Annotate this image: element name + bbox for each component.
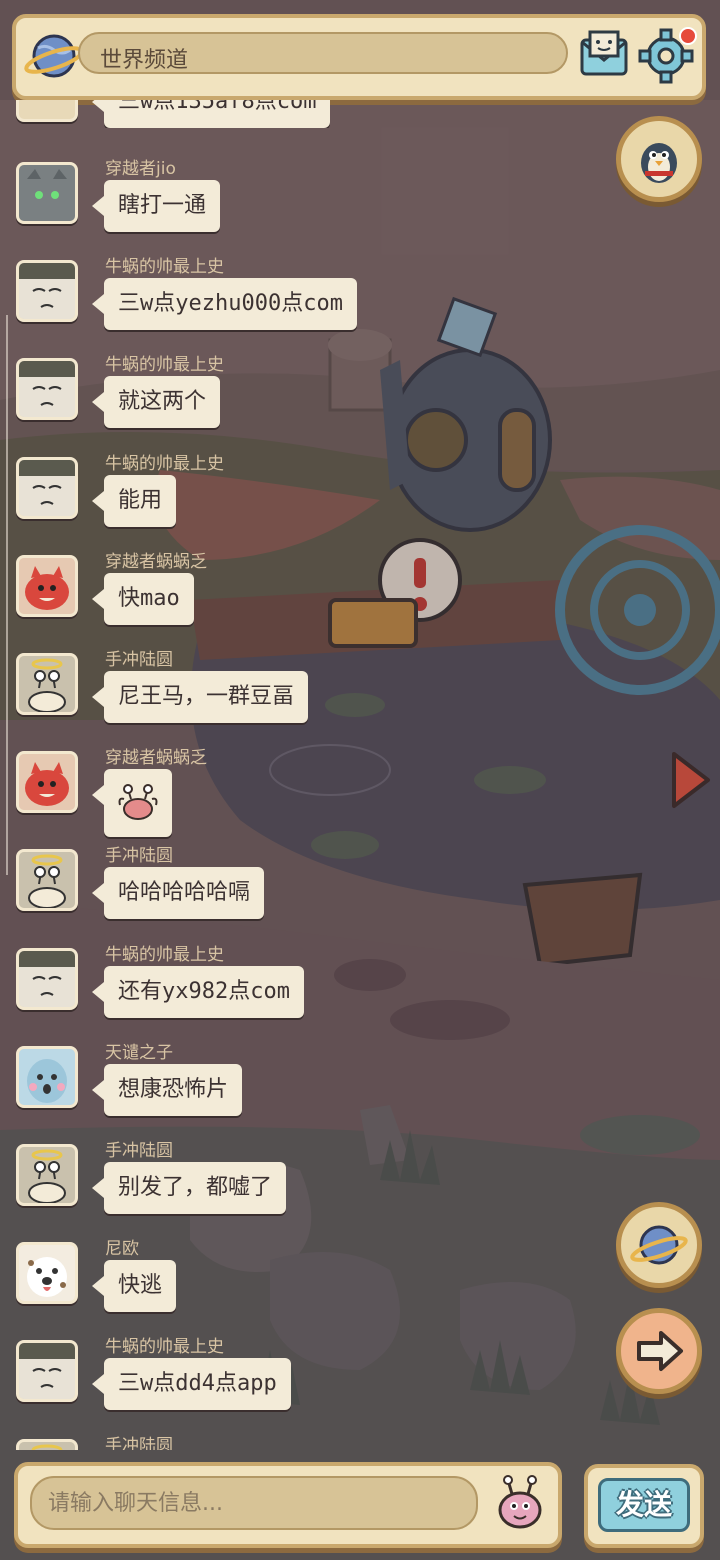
message-username[interactable]: 手冲陆圆 bbox=[105, 841, 173, 866]
snail-sticker-icon[interactable] bbox=[492, 1474, 548, 1532]
message-username[interactable]: 牛蜗的帅最上史 bbox=[105, 940, 224, 965]
chat-message-row: 穿越者蜗蜗乏 bbox=[0, 743, 420, 839]
message-bubble: 三w点dd4点app bbox=[92, 1358, 291, 1411]
send-label: 发送 bbox=[615, 1488, 672, 1521]
message-username[interactable]: 牛蜗的帅最上史 bbox=[105, 252, 224, 277]
crab-sticker bbox=[116, 784, 160, 831]
chat-message-row: 牛蜗的帅最上史 能用 bbox=[0, 449, 420, 545]
sticker-bubble bbox=[92, 769, 172, 838]
chat-message-row: 手冲陆圆 哈哈哈哈哈嗝 bbox=[0, 841, 420, 937]
message-username[interactable]: 穿越者jio bbox=[105, 154, 176, 179]
top-bar: 世界频道 bbox=[12, 14, 706, 100]
planet-icon[interactable] bbox=[24, 28, 86, 84]
halo-snail-avatar[interactable] bbox=[16, 849, 78, 912]
message-bubble: 快mao bbox=[92, 572, 194, 625]
dog-avatar[interactable] bbox=[16, 1242, 78, 1305]
chat-message-row: 牛蜗的帅最上史 就这两个 bbox=[0, 350, 420, 446]
triangle-right-icon[interactable] bbox=[668, 748, 714, 812]
message-bubble: 想康恐怖片 bbox=[91, 1063, 243, 1116]
message-username[interactable]: 手冲陆圆 bbox=[105, 1136, 173, 1161]
red-devil-avatar[interactable] bbox=[16, 554, 78, 617]
chat-message-row: 手冲陆圆 尼王马，一群豆畐 bbox=[0, 645, 420, 741]
message-bubble: 快逃 bbox=[91, 1260, 177, 1313]
gear-icon[interactable] bbox=[638, 24, 698, 84]
red-devil-avatar[interactable] bbox=[16, 751, 78, 814]
snail-helmet-avatar[interactable] bbox=[16, 947, 78, 1010]
chat-message-row: 穿越者jio 瞎打一通 bbox=[0, 154, 420, 250]
snail-helmet-avatar[interactable] bbox=[16, 456, 78, 519]
message-bubble: 能用 bbox=[91, 474, 177, 527]
snail-helmet-avatar[interactable] bbox=[16, 358, 78, 421]
send-button-face: 发送 bbox=[598, 1478, 690, 1532]
chat-message-row: 天谴之子 想康恐怖片 bbox=[0, 1038, 420, 1134]
message-username[interactable]: 穿越者蜗蜗乏 bbox=[105, 547, 207, 572]
message-username[interactable]: 牛蜗的帅最上史 bbox=[105, 1332, 224, 1357]
penguin-icon bbox=[627, 127, 691, 191]
gray-cat-avatar[interactable] bbox=[16, 162, 78, 224]
message-bubble: 瞎打一通 bbox=[91, 180, 221, 232]
send-button[interactable]: 发送 bbox=[584, 1464, 704, 1548]
chat-input[interactable] bbox=[30, 1476, 478, 1530]
message-bubble: 尼王马，一群豆畐 bbox=[91, 671, 309, 723]
message-username[interactable]: 手冲陆圆 bbox=[105, 645, 173, 670]
message-bubble: 哈哈哈哈哈嗝 bbox=[91, 867, 265, 920]
message-username[interactable]: 牛蜗的帅最上史 bbox=[105, 449, 224, 474]
chat-message-row: 手冲陆圆 bbox=[0, 1431, 420, 1450]
message-username[interactable]: 天谴之子 bbox=[105, 1038, 173, 1063]
message-username[interactable]: 尼欧 bbox=[105, 1234, 139, 1259]
chat-message-row: 手冲陆圆 别发了，都嘘了 bbox=[0, 1136, 420, 1232]
chat-message-row: 牛蜗的帅最上史 三w点dd4点app bbox=[0, 1332, 420, 1428]
message-bubble: 就这两个 bbox=[91, 376, 221, 429]
channel-title: 世界频道 bbox=[100, 48, 189, 73]
halo-snail-avatar[interactable] bbox=[16, 1144, 78, 1206]
notification-dot bbox=[679, 27, 697, 45]
halo-snail-avatar[interactable] bbox=[16, 653, 78, 715]
chat-message-row: 尼欧 快逃 bbox=[0, 1234, 420, 1330]
message-bubble: 还有yx982点com bbox=[92, 965, 304, 1018]
penguin-button[interactable] bbox=[616, 116, 702, 202]
chat-message-row: 牛蜗的帅最上史 三w点yezhu000点com bbox=[0, 252, 420, 348]
message-bubble: 别发了，都嘘了 bbox=[91, 1162, 287, 1214]
message-bubble: 三w点yezhu000点com bbox=[92, 278, 357, 331]
message-username[interactable]: 牛蜗的帅最上史 bbox=[105, 350, 224, 375]
halo-snail-avatar[interactable] bbox=[16, 1438, 78, 1450]
message-username[interactable]: 穿越者蜗蜗乏 bbox=[105, 743, 207, 768]
planet-button[interactable] bbox=[616, 1202, 702, 1288]
chat-message-row: 牛蜗的帅最上史 还有yx982点com bbox=[0, 940, 420, 1036]
snail-helmet-avatar[interactable] bbox=[16, 260, 78, 323]
chat-input-bar bbox=[14, 1462, 562, 1548]
snail-helmet-avatar[interactable] bbox=[16, 1340, 78, 1403]
chat-message-row: 穿越者蜗蜗乏 快mao bbox=[0, 547, 420, 643]
planet-icon bbox=[627, 1213, 691, 1277]
chat-message-list[interactable]: 穿越者jio 瞎打一通 牛蜗的帅最上史 三w点yezhu000点com 牛蜗的帅最上史就… bbox=[0, 100, 420, 1450]
mail-icon[interactable] bbox=[576, 26, 632, 82]
channel-selector[interactable]: 世界频道 bbox=[78, 32, 568, 74]
arrow-right-icon bbox=[627, 1319, 691, 1383]
blue-ghost-avatar[interactable] bbox=[16, 1045, 78, 1108]
next-arrow-button[interactable] bbox=[616, 1308, 702, 1394]
message-username[interactable]: 手冲陆圆 bbox=[105, 1431, 173, 1450]
